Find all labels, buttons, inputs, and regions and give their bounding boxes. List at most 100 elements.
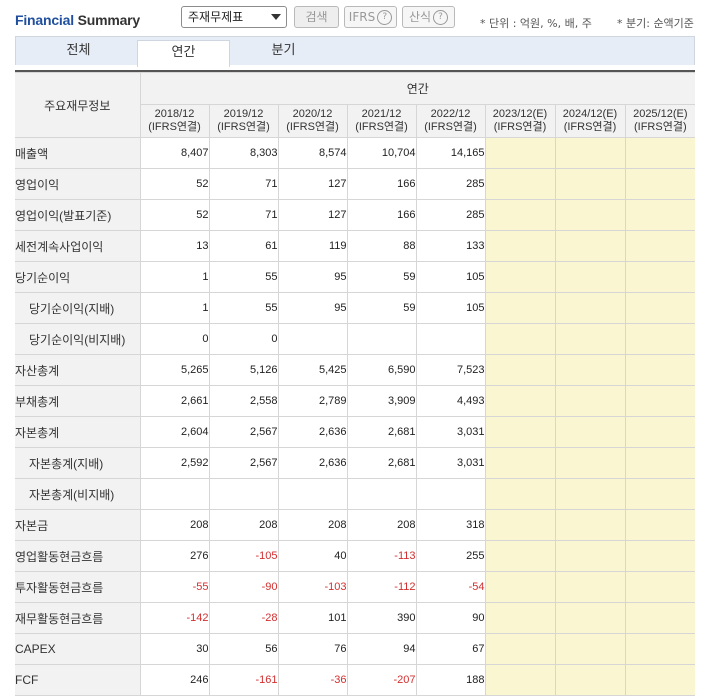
table-cell: 127 [277,199,348,231]
row-label: 자본금 [15,509,141,541]
table-cell [554,354,626,386]
table-cell [554,323,626,355]
table-cell: 10,704 [346,137,417,169]
column-header-period: 2018/12 (IFRS연결) [140,104,210,138]
table-cell [484,664,556,696]
unit-note: * 단위 : 억원, %, 배, 주 [480,17,592,30]
table-cell: 3,031 [415,416,486,448]
table-cell [554,292,626,324]
table-cell: 208 [346,509,417,541]
table-cell [484,292,556,324]
table-cell [346,323,417,355]
table-cell [484,416,556,448]
chevron-down-icon [271,14,281,20]
table-cell [484,571,556,603]
statement-type-select[interactable]: 주재무제표 [181,6,287,28]
table-cell [624,633,696,665]
table-cell [554,633,626,665]
table-cell [484,168,556,200]
table-cell [484,633,556,665]
row-label: 자본총계(비지배) [15,478,141,510]
table-cell: 8,574 [277,137,348,169]
table-cell [554,199,626,231]
table-cell [554,540,626,572]
title-part-financial: Financial [15,12,74,28]
column-header-period: 2023/12(E) (IFRS연결) [484,104,556,138]
table-cell: 94 [346,633,417,665]
table-cell [554,602,626,634]
table-cell: 390 [346,602,417,634]
table-row: 재무활동현금흐름 -142 -28 101 390 90 [15,602,696,634]
table-cell: 59 [346,292,417,324]
basis-label: (IFRS연결) [424,121,477,133]
table-cell [484,137,556,169]
table-cell: 76 [277,633,348,665]
period-note: * 분기: 순액기준 [617,17,694,30]
table-cell [624,602,696,634]
table-cell: 71 [208,199,279,231]
table-cell [624,168,696,200]
table-cell [624,199,696,231]
table-row: 영업활동현금흐름 276 -105 40 -113 255 [15,540,696,572]
table-cell: -207 [346,664,417,696]
table-cell: 101 [277,602,348,634]
row-label: 당기순이익(비지배) [15,323,141,355]
basis-label: (IFRS연결) [148,121,201,133]
tab-quarterly[interactable]: 분기 [236,37,331,66]
table-cell [484,323,556,355]
ifrs-label: IFRS [348,10,376,24]
table-cell: 4,493 [415,385,486,417]
table-cell [139,478,210,510]
table-cell: 208 [208,509,279,541]
table-cell: 166 [346,199,417,231]
search-button[interactable]: 검색 [294,6,339,28]
table-cell [277,323,348,355]
table-cell: 285 [415,168,486,200]
tab-all[interactable]: 전체 [16,37,141,66]
table-cell [554,478,626,510]
table-cell: 88 [346,230,417,262]
table-cell [554,571,626,603]
table-cell [554,168,626,200]
table-cell: 2,592 [139,447,210,479]
table-cell [346,478,417,510]
table-cell [484,509,556,541]
table-cell: 14,165 [415,137,486,169]
row-label: 세전계속사업이익 [15,230,141,262]
period-label: 2021/12 [361,108,402,120]
table-row: 자본총계 2,604 2,567 2,636 2,681 3,031 [15,416,696,448]
tab-annual[interactable]: 연간 [137,40,230,67]
table-cell [484,354,556,386]
row-label: 자본총계(지배) [15,447,141,479]
table-cell: 13 [139,230,210,262]
table-cell [624,354,696,386]
column-header-period: 2021/12 (IFRS연결) [346,104,417,138]
table-cell: 59 [346,261,417,293]
table-cell: 255 [415,540,486,572]
ifrs-help-button[interactable]: IFRS? [344,6,397,28]
table-cell: -142 [139,602,210,634]
table-corner-label: 주요재무정보 [15,72,141,138]
table-cell: -113 [346,540,417,572]
table-cell: 90 [415,602,486,634]
table-row: 자본총계(비지배) [15,478,696,510]
table-cell: 3,909 [346,385,417,417]
formula-help-button[interactable]: 산식? [402,6,455,28]
table-cell: 2,789 [277,385,348,417]
period-label: 2023/12(E) [492,108,548,120]
table-cell: 2,636 [277,416,348,448]
table-cell: 2,558 [208,385,279,417]
table-cell [554,509,626,541]
title-part-summary: Summary [77,12,141,28]
row-label: CAPEX [15,633,141,665]
row-label: 자본총계 [15,416,141,448]
table-cell: 0 [208,323,279,355]
row-label: 매출액 [15,137,141,169]
table-cell: 30 [139,633,210,665]
table-cell: -54 [415,571,486,603]
table-cell: -55 [139,571,210,603]
table-row: 당기순이익 1 55 95 59 105 [15,261,696,293]
table-cell [624,292,696,324]
table-cell: 2,567 [208,447,279,479]
table-cell: 71 [208,168,279,200]
